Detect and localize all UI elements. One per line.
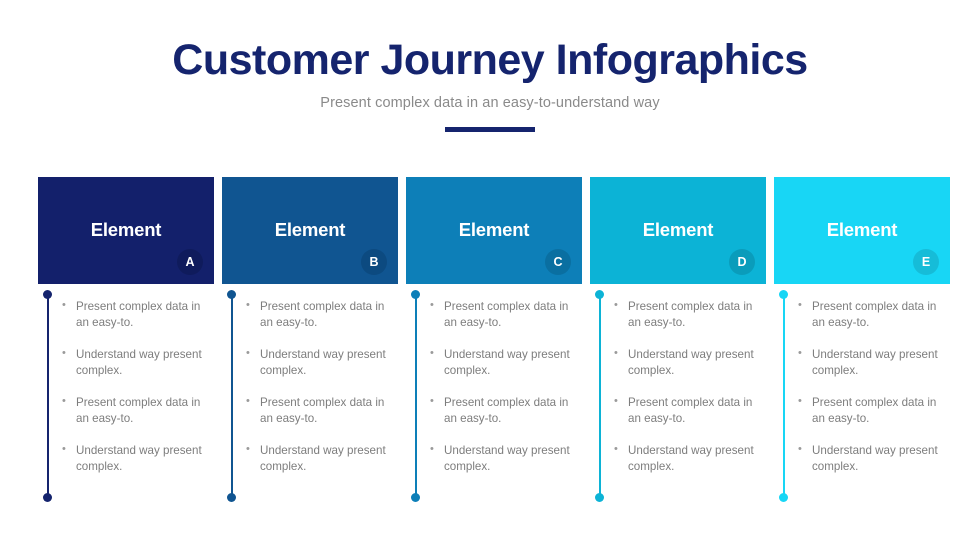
title-underline-rule — [445, 127, 535, 133]
element-body-a: Present complex data in an easy-to. Unde… — [38, 290, 214, 502]
timeline-connector-b — [227, 290, 236, 502]
element-column-c: Element C Present complex data in an eas… — [406, 177, 582, 502]
element-badge-a: A — [177, 249, 203, 275]
list-item: Understand way present complex. — [428, 346, 582, 380]
list-item: Present complex data in an easy-to. — [428, 394, 582, 428]
element-column-d: Element D Present complex data in an eas… — [590, 177, 766, 502]
element-body-b: Present complex data in an easy-to. Unde… — [222, 290, 398, 502]
timeline-connector-c — [411, 290, 420, 502]
timeline-connector-e — [779, 290, 788, 502]
list-item: Present complex data in an easy-to. — [612, 394, 766, 428]
list-item: Present complex data in an easy-to. — [60, 394, 214, 428]
page-title: Customer Journey Infographics — [172, 36, 808, 84]
list-item: Understand way present complex. — [60, 346, 214, 380]
timeline-line-a — [46, 294, 49, 498]
element-card-a[interactable]: Element A — [38, 177, 214, 284]
element-badge-e: E — [913, 249, 939, 275]
bullet-list-c: Present complex data in an easy-to. Unde… — [428, 290, 582, 476]
timeline-line-c — [414, 294, 417, 498]
timeline-dot-bottom-c — [411, 493, 420, 502]
element-column-a: Element A Present complex data in an eas… — [38, 177, 214, 502]
element-card-label-c: Element — [458, 219, 530, 240]
list-item: Present complex data in an easy-to. — [796, 298, 950, 332]
list-item: Present complex data in an easy-to. — [60, 298, 214, 332]
slide-header: Customer Journey Infographics Present co… — [0, 36, 980, 133]
list-item: Understand way present complex. — [612, 346, 766, 380]
element-card-label-e: Element — [826, 219, 898, 240]
list-item: Understand way present complex. — [244, 346, 398, 380]
element-card-d[interactable]: Element D — [590, 177, 766, 284]
infographic-slide: Customer Journey Infographics Present co… — [0, 0, 980, 551]
timeline-dot-bottom-d — [595, 493, 604, 502]
timeline-line-b — [230, 294, 233, 498]
element-column-e: Element E Present complex data in an eas… — [774, 177, 950, 502]
list-item: Present complex data in an easy-to. — [244, 394, 398, 428]
list-item: Understand way present complex. — [612, 442, 766, 476]
timeline-connector-a — [43, 290, 52, 502]
list-item: Present complex data in an easy-to. — [612, 298, 766, 332]
element-card-c[interactable]: Element C — [406, 177, 582, 284]
list-item: Understand way present complex. — [796, 442, 950, 476]
element-card-e[interactable]: Element E — [774, 177, 950, 284]
timeline-dot-bottom-e — [779, 493, 788, 502]
element-body-e: Present complex data in an easy-to. Unde… — [774, 290, 950, 502]
list-item: Understand way present complex. — [796, 346, 950, 380]
bullet-list-d: Present complex data in an easy-to. Unde… — [612, 290, 766, 476]
timeline-dot-bottom-b — [227, 493, 236, 502]
element-card-b[interactable]: Element B — [222, 177, 398, 284]
list-item: Understand way present complex. — [244, 442, 398, 476]
page-subtitle: Present complex data in an easy-to-under… — [320, 95, 660, 112]
element-columns: Element A Present complex data in an eas… — [38, 177, 950, 502]
bullet-list-a: Present complex data in an easy-to. Unde… — [60, 290, 214, 476]
element-body-d: Present complex data in an easy-to. Unde… — [590, 290, 766, 502]
element-body-c: Present complex data in an easy-to. Unde… — [406, 290, 582, 502]
timeline-dot-bottom-a — [43, 493, 52, 502]
element-card-label-d: Element — [642, 219, 714, 240]
timeline-line-e — [782, 294, 785, 498]
timeline-connector-d — [595, 290, 604, 502]
element-badge-c: C — [545, 249, 571, 275]
bullet-list-b: Present complex data in an easy-to. Unde… — [244, 290, 398, 476]
element-card-label-b: Element — [274, 219, 346, 240]
list-item: Present complex data in an easy-to. — [244, 298, 398, 332]
element-card-label-a: Element — [90, 219, 162, 240]
element-badge-d: D — [729, 249, 755, 275]
element-column-b: Element B Present complex data in an eas… — [222, 177, 398, 502]
bullet-list-e: Present complex data in an easy-to. Unde… — [796, 290, 950, 476]
list-item: Present complex data in an easy-to. — [428, 298, 582, 332]
list-item: Understand way present complex. — [60, 442, 214, 476]
list-item: Present complex data in an easy-to. — [796, 394, 950, 428]
list-item: Understand way present complex. — [428, 442, 582, 476]
timeline-line-d — [598, 294, 601, 498]
element-badge-b: B — [361, 249, 387, 275]
